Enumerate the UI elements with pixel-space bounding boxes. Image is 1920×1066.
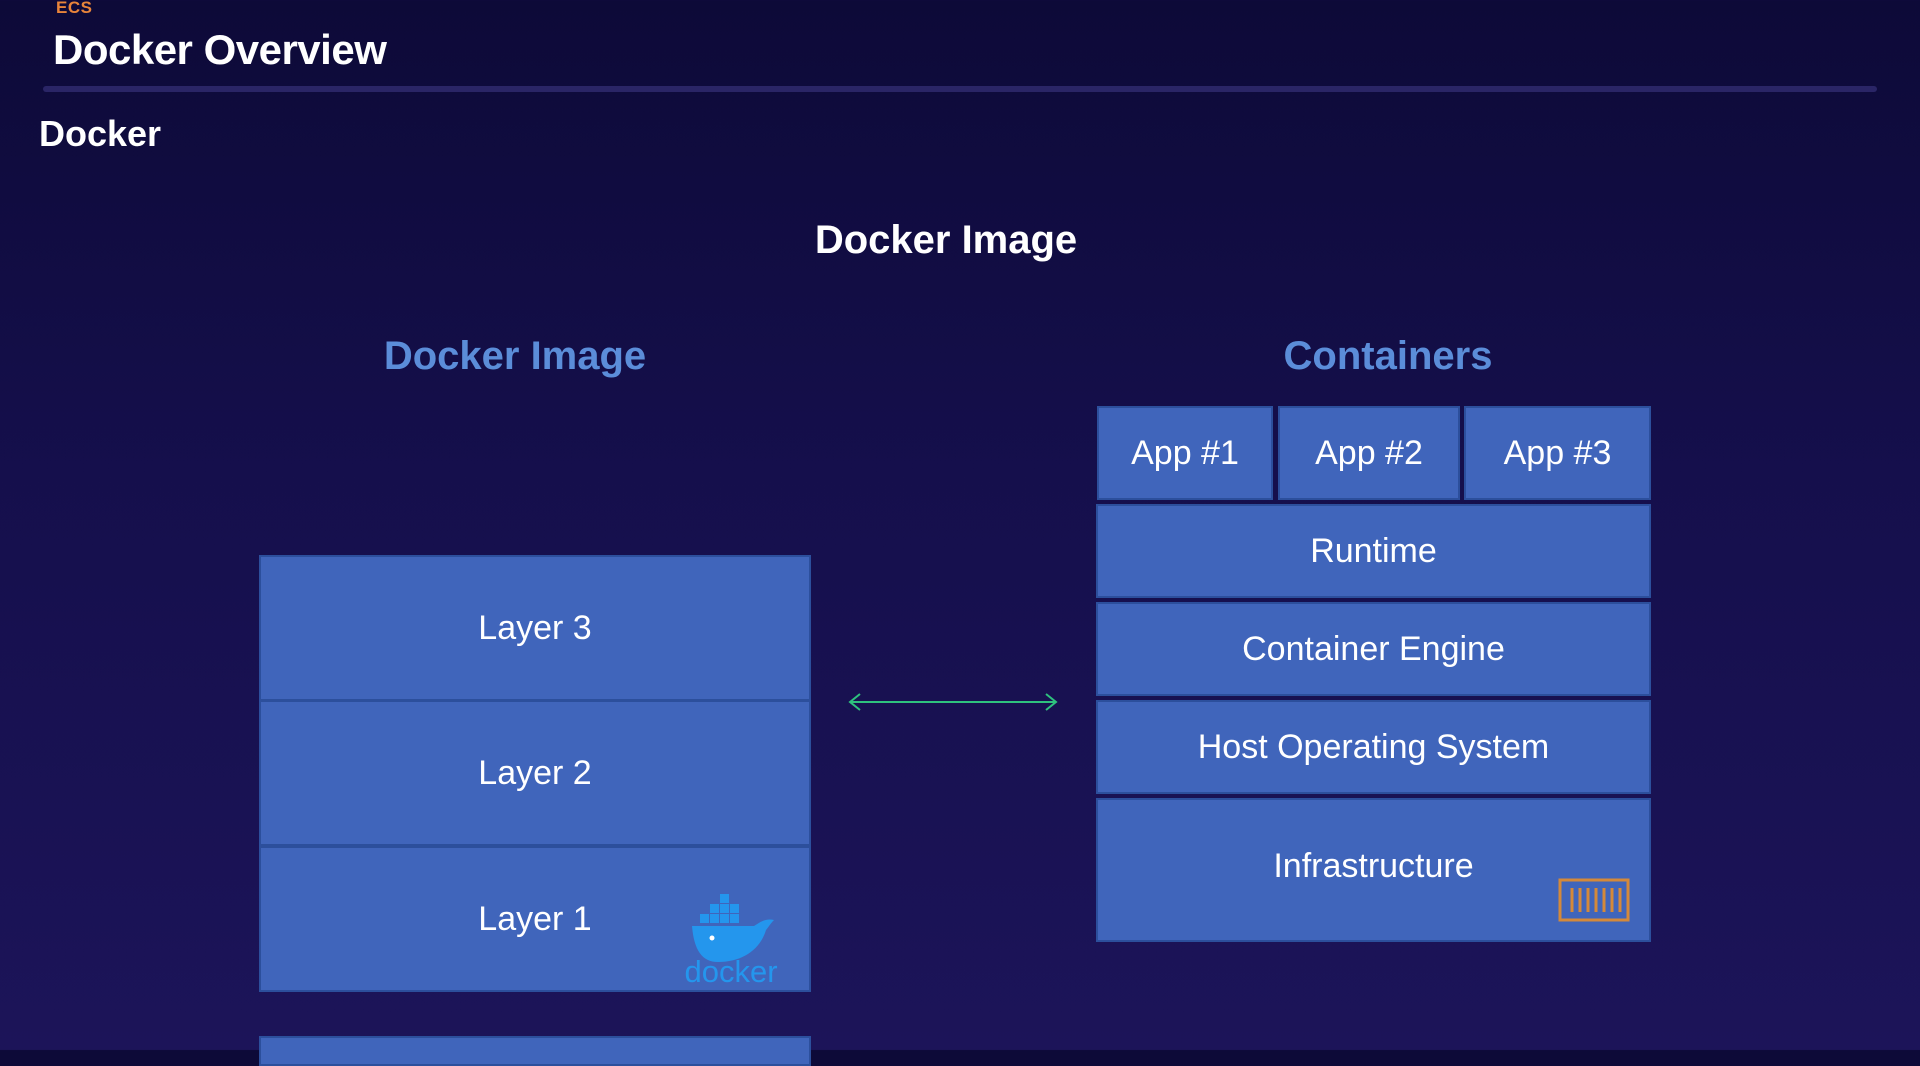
double-arrow-icon	[848, 693, 1058, 711]
layer-2-box: Layer 2	[259, 700, 811, 846]
runtime-box: Runtime	[1096, 504, 1651, 598]
docker-logo-text: docker	[684, 954, 777, 984]
container-icon	[1558, 878, 1630, 922]
containers-column-title: Containers	[1283, 334, 1493, 378]
app-label: App #1	[1131, 433, 1239, 472]
image-column-title: Docker Image	[383, 334, 647, 378]
next-layer-box	[259, 1036, 811, 1066]
container-engine-box: Container Engine	[1096, 602, 1651, 696]
app-3-box: App #3	[1464, 406, 1651, 500]
stack-label: Host Operating System	[1197, 727, 1550, 766]
stack-label: Container Engine	[1242, 629, 1505, 668]
docker-logo-icon: docker	[684, 894, 778, 984]
layer-label: Layer 3	[478, 608, 592, 647]
host-os-box: Host Operating System	[1096, 700, 1651, 794]
layer-label: Layer 2	[478, 753, 592, 792]
app-label: App #3	[1503, 433, 1612, 472]
app-2-box: App #2	[1278, 406, 1460, 500]
stack-label: Infrastructure	[1273, 846, 1474, 885]
title-divider	[43, 86, 1877, 92]
layer-label: Layer 1	[478, 899, 592, 938]
diagram-title: Docker Image	[814, 218, 1078, 262]
section-heading: Docker	[39, 113, 162, 154]
layer-3-box: Layer 3	[259, 555, 811, 701]
app-1-box: App #1	[1097, 406, 1273, 500]
stack-label: Runtime	[1310, 531, 1437, 570]
app-label: App #2	[1315, 433, 1423, 472]
page-title: Docker Overview	[53, 26, 387, 73]
category-tag: ECS	[56, 0, 93, 17]
